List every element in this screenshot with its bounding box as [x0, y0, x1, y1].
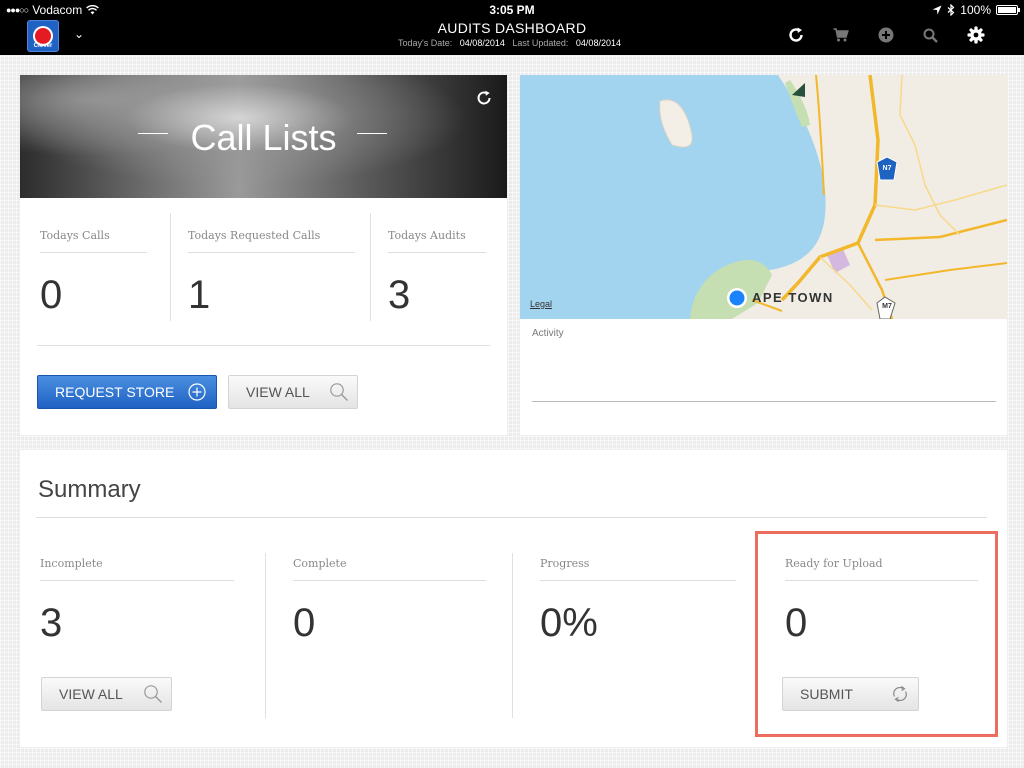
gear-icon	[967, 26, 984, 44]
divider	[512, 553, 513, 718]
view-all-label: VIEW ALL	[59, 686, 123, 702]
bluetooth-icon	[947, 4, 955, 16]
battery-icon	[996, 5, 1020, 15]
highway-n7-label: N7	[882, 165, 892, 172]
stat-incomplete: Incomplete 3	[40, 557, 234, 646]
request-store-button[interactable]: REQUEST STORE	[37, 375, 217, 409]
map-city-label: APE TOWN	[752, 290, 834, 305]
status-right: 100%	[932, 3, 1020, 17]
todays-date-value: 04/08/2014	[459, 38, 505, 48]
stat-value: 3	[40, 601, 63, 645]
stat-value: 0	[293, 601, 316, 645]
stat-progress: Progress 0%	[540, 557, 736, 646]
call-lists-refresh-button[interactable]	[475, 89, 493, 112]
divider	[37, 345, 490, 346]
highway-m7-label: M7	[882, 303, 892, 310]
stat-complete: Complete 0	[293, 557, 486, 646]
status-time: 3:05 PM	[489, 3, 535, 17]
location-map[interactable]: Legal APE TOWN N7 M7	[520, 75, 1007, 319]
map-activity-panel: Legal APE TOWN N7 M7 Activity	[520, 75, 1007, 435]
map-legal-link[interactable]: Legal	[530, 299, 552, 309]
add-circle-icon	[878, 27, 893, 43]
cart-button[interactable]	[818, 24, 863, 46]
refresh-icon	[477, 90, 491, 105]
view-all-incomplete-button[interactable]: VIEW ALL	[41, 677, 172, 711]
search-icon	[330, 383, 348, 401]
location-arrow-icon	[932, 5, 942, 15]
call-lists-title: Call Lists	[190, 117, 337, 158]
add-button[interactable]	[863, 24, 908, 46]
search-icon	[923, 28, 938, 43]
last-updated-value: 04/08/2014	[575, 38, 621, 48]
stat-label: Incomplete	[40, 557, 234, 581]
map-graphic	[659, 75, 1007, 319]
settings-button[interactable]	[953, 24, 998, 46]
divider	[265, 553, 266, 718]
stat-label: Todays Requested Calls	[188, 229, 355, 253]
activity-underline	[532, 401, 996, 402]
stat-value: 1	[188, 273, 211, 317]
search-button[interactable]	[908, 24, 953, 46]
stat-value: 0	[40, 273, 63, 317]
summary-title: Summary	[38, 476, 141, 503]
stat-value: 0%	[540, 601, 598, 645]
top-bar: ●●●○○ Vodacom 3:05 PM 100% Clover ⌄ AUDI…	[0, 0, 1024, 55]
stat-label: Progress	[540, 557, 736, 581]
summary-panel: Summary Incomplete 3 Complete 0 Progress…	[20, 450, 1007, 747]
divider	[170, 213, 171, 321]
refresh-button[interactable]	[773, 24, 818, 46]
title-rule-right	[357, 133, 387, 134]
stat-label: Todays Audits	[388, 229, 486, 253]
todays-date-label: Today's Date:	[398, 38, 453, 48]
divider	[370, 213, 371, 321]
view-all-calls-button[interactable]: VIEW ALL	[228, 375, 358, 409]
call-lists-panel: Call Lists Todays Calls 0 Todays Request…	[20, 75, 507, 435]
stat-todays-audits: Todays Audits 3	[388, 229, 486, 318]
view-all-label: VIEW ALL	[246, 384, 310, 400]
cart-icon	[833, 28, 849, 42]
activity-label: Activity	[532, 328, 564, 339]
plus-circle-icon	[188, 383, 206, 401]
summary-rule	[36, 517, 987, 518]
header-toolbar	[773, 24, 998, 46]
refresh-icon	[788, 27, 803, 42]
request-store-label: REQUEST STORE	[55, 384, 175, 400]
stat-label: Complete	[293, 557, 486, 581]
stat-todays-requested-calls: Todays Requested Calls 1	[188, 229, 355, 318]
stat-todays-calls: Todays Calls 0	[40, 229, 147, 318]
battery-percent: 100%	[960, 3, 991, 17]
ready-for-upload-highlight	[755, 531, 998, 737]
stat-value: 3	[388, 273, 411, 317]
call-lists-banner: Call Lists	[20, 75, 507, 198]
search-icon	[144, 685, 162, 703]
last-updated-label: Last Updated:	[512, 38, 569, 48]
stat-label: Todays Calls	[40, 229, 147, 253]
